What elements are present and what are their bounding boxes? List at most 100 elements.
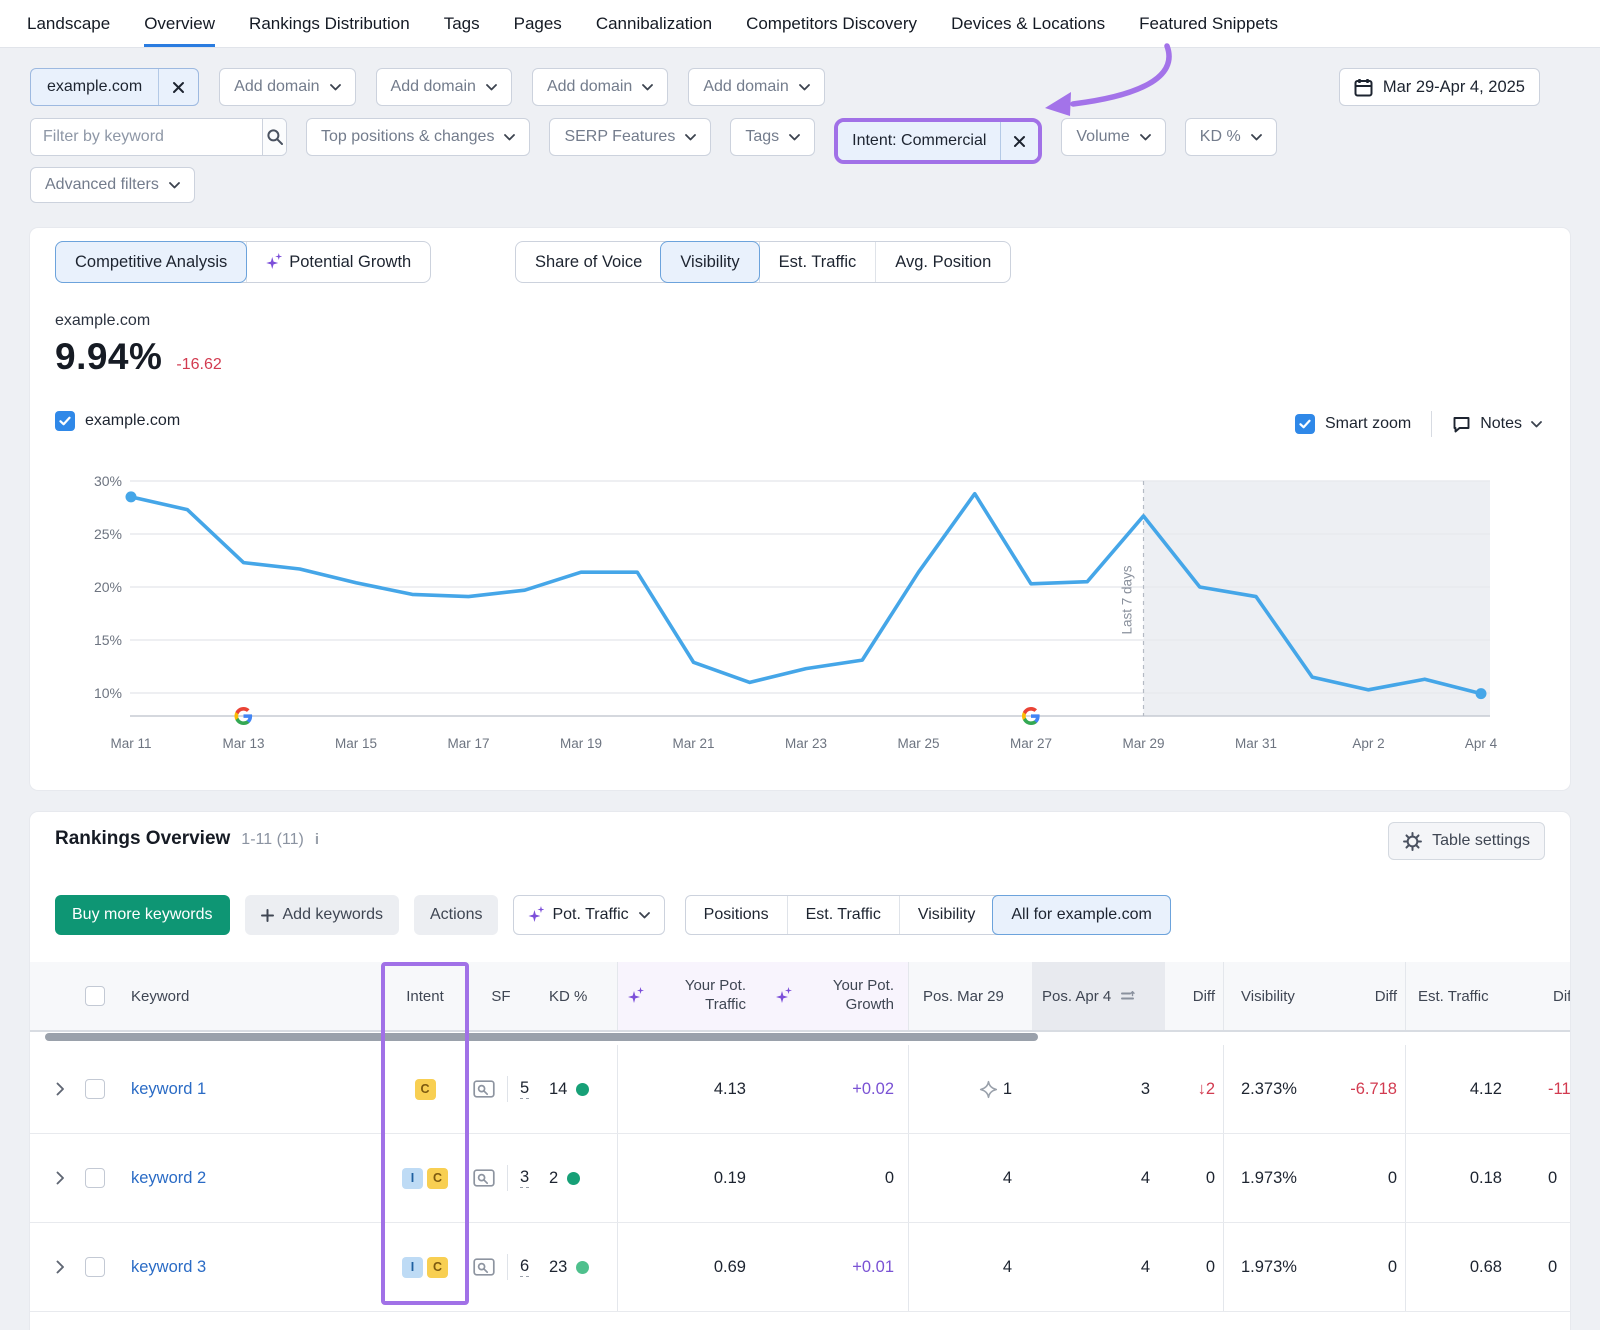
row-expander[interactable] [45,1045,75,1133]
sf-count[interactable]: 6 [520,1257,529,1277]
horizontal-scrollbar[interactable] [45,1033,1038,1041]
check-icon [59,416,71,426]
pot-traffic-cell: 0.69 [617,1223,758,1311]
chevron-right-icon [56,1171,65,1185]
tab-competitive-analysis[interactable]: Competitive Analysis [55,241,247,283]
nav-item-featured-snippets[interactable]: Featured Snippets [1139,0,1278,47]
divider [507,1076,508,1102]
visibility-cell: 2.373% [1223,1045,1310,1133]
intent-badge-informational[interactable]: I [402,1257,423,1278]
kd-value: 23 [549,1258,567,1277]
filter-dropdown-kd-[interactable]: KD % [1185,118,1277,156]
tab-avg-position[interactable]: Avg. Position [875,242,1010,282]
view-tab-visibility[interactable]: Visibility [899,896,994,934]
add-domain-button-1[interactable]: Add domain [219,68,355,106]
select-all-checkbox[interactable] [85,986,105,1006]
filter-dropdown-tags[interactable]: Tags [730,118,815,156]
table-settings-button[interactable]: Table settings [1388,822,1545,860]
keyword-search-button[interactable] [262,119,286,155]
keyword-filter-input[interactable] [31,119,262,155]
svg-text:Mar 21: Mar 21 [672,736,714,751]
add-domain-button-3[interactable]: Add domain [532,68,668,106]
chevron-right-icon [56,1260,65,1274]
kd-value: 14 [549,1080,567,1099]
nav-item-landscape[interactable]: Landscape [27,0,110,47]
tab-est-traffic[interactable]: Est. Traffic [759,242,876,282]
tab-share-of-voice[interactable]: Share of Voice [516,242,661,282]
pot-growth-value: 0 [885,1169,894,1188]
add-domain-button-4[interactable]: Add domain [688,68,824,106]
sort-icon [1120,991,1135,1002]
visibility-diff-cell: 0 [1310,1223,1405,1311]
info-icon[interactable]: i [315,831,319,848]
view-tab-all-for-example-com[interactable]: All for example.com [992,895,1171,935]
buy-more-keywords-button[interactable]: Buy more keywords [55,895,230,935]
ai-sparkle-icon [776,989,790,1003]
tab-label: Potential Growth [289,253,411,272]
col-pos-end-sort[interactable]: Pos. Apr 4 [1032,962,1165,1030]
smart-zoom-checkbox[interactable] [1295,414,1315,434]
nav-item-tags[interactable]: Tags [444,0,480,47]
nav-item-cannibalization[interactable]: Cannibalization [596,0,712,47]
pos-start-cell: 4 [908,1223,1032,1311]
visibility-panel: Competitive Analysis Potential Growth Sha… [30,228,1570,790]
add-domain-label: Add domain [391,78,476,96]
chevron-down-icon [639,912,650,919]
filters-bar: Top positions & changes SERP Features Tags… [30,118,1277,164]
calendar-icon [1354,78,1373,97]
keyword-filter [30,118,287,156]
intent-commercial-filter-chip[interactable]: Intent: Commercial [838,122,1038,160]
advanced-filters-button[interactable]: Advanced filters [30,167,195,203]
series-checkbox[interactable] [55,411,75,431]
keyword-cell: keyword 3 [115,1223,385,1311]
tab-label: Share of Voice [535,253,642,272]
add-domain-button-2[interactable]: Add domain [376,68,512,106]
add-keywords-button[interactable]: Add keywords [245,895,400,935]
add-domain-label: Add domain [547,78,632,96]
chevron-down-icon [486,84,497,91]
view-tab-positions[interactable]: Positions [686,896,787,934]
nav-item-devices-locations[interactable]: Devices & Locations [951,0,1105,47]
kd-cell: 14 [537,1045,617,1133]
domain-chip[interactable]: example.com [30,68,199,106]
nav-item-competitors-discovery[interactable]: Competitors Discovery [746,0,917,47]
remove-domain-icon[interactable] [158,69,198,105]
svg-text:Mar 29: Mar 29 [1122,736,1164,751]
keyword-link[interactable]: keyword 2 [131,1169,206,1188]
row-checkbox[interactable] [85,1257,105,1277]
domain-chip-label: example.com [31,69,158,105]
col-pos-start: Pos. Mar 29 [908,962,1032,1030]
row-expander[interactable] [45,1134,75,1222]
tab-potential-growth[interactable]: Potential Growth [246,242,430,282]
pot-growth-cell: 0 [758,1134,908,1222]
actions-button[interactable]: Actions [414,895,498,935]
visibility-cell: 1.973% [1223,1134,1310,1222]
tab-visibility[interactable]: Visibility [660,241,759,283]
sf-count[interactable]: 5 [520,1079,529,1099]
remove-intent-filter-icon[interactable] [1000,122,1038,160]
filter-dropdown-volume[interactable]: Volume [1061,118,1165,156]
intent-badge-commercial[interactable]: C [415,1079,436,1100]
nav-item-overview[interactable]: Overview [144,0,215,47]
sf-count[interactable]: 3 [520,1168,529,1188]
pot-traffic-dropdown[interactable]: Pot. Traffic [513,895,664,935]
filter-dropdown-top-positions-changes[interactable]: Top positions & changes [306,118,530,156]
intent-badge-informational[interactable]: I [402,1168,423,1189]
filter-dropdown-serp-features[interactable]: SERP Features [549,118,711,156]
notes-button[interactable]: Notes [1452,415,1542,433]
pot-growth-cell: +0.01 [758,1223,908,1311]
row-checkbox[interactable] [85,1079,105,1099]
row-checkbox[interactable] [85,1168,105,1188]
diff-cell: 0 [1165,1223,1223,1311]
intent-badge-commercial[interactable]: C [427,1168,448,1189]
keyword-link[interactable]: keyword 1 [131,1080,206,1099]
view-tab-est-traffic[interactable]: Est. Traffic [787,896,899,934]
nav-item-rankings-distribution[interactable]: Rankings Distribution [249,0,410,47]
keyword-link[interactable]: keyword 3 [131,1258,206,1277]
divider [507,1165,508,1191]
intent-badge-commercial[interactable]: C [427,1257,448,1278]
date-range-picker[interactable]: Mar 29-Apr 4, 2025 [1339,68,1540,106]
row-expander[interactable] [45,1223,75,1311]
est-traffic-diff-value: 0 [1548,1169,1557,1188]
nav-item-pages[interactable]: Pages [514,0,562,47]
